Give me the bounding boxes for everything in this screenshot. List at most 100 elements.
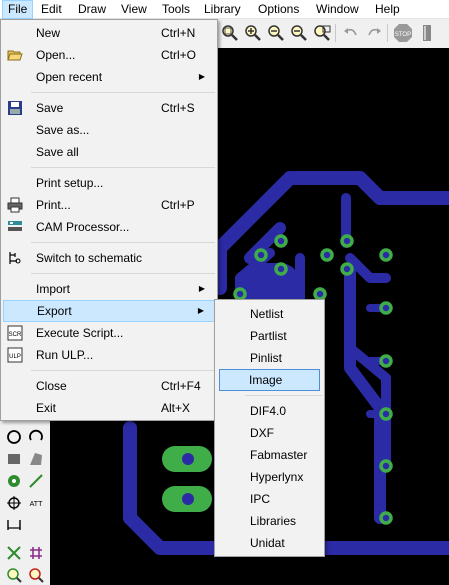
- menu-item-label: Import: [36, 282, 71, 296]
- menu-item-open-recent[interactable]: Open recent ▶: [3, 66, 215, 88]
- svg-text:STOP: STOP: [395, 32, 411, 38]
- menu-item-shortcut: Ctrl+O: [161, 48, 197, 62]
- menu-item-export[interactable]: Export ▶: [3, 300, 215, 322]
- zoom-previous-icon[interactable]: [289, 23, 309, 43]
- menu-item-pinlist[interactable]: Pinlist: [217, 347, 322, 369]
- save-disk-icon: [8, 101, 22, 115]
- errors-icon[interactable]: [27, 566, 45, 584]
- menu-item-label: New: [36, 26, 61, 40]
- pad: [379, 301, 393, 315]
- menu-item-image[interactable]: Image: [219, 369, 320, 391]
- pad: [320, 248, 334, 262]
- menu-item-label: Unidat: [250, 536, 285, 550]
- menu-item-run-ulp[interactable]: ULP Run ULP...: [3, 344, 215, 366]
- menu-item-print[interactable]: Print... Ctrl+P: [3, 194, 215, 216]
- menu-item-libraries[interactable]: Libraries: [217, 510, 322, 532]
- ratsnest-icon[interactable]: [5, 544, 23, 562]
- menu-item-label: Print setup...: [36, 176, 104, 190]
- menu-item-shortcut: Ctrl+S: [161, 101, 195, 115]
- attribute-icon[interactable]: ATT: [27, 494, 45, 512]
- menu-edit[interactable]: Edit: [36, 0, 67, 19]
- menu-item-label: Close: [36, 379, 67, 393]
- menu-item-new[interactable]: New Ctrl+N: [3, 22, 215, 44]
- menu-item-dxf[interactable]: DXF: [217, 422, 322, 444]
- menu-item-label: Fabmaster: [250, 448, 308, 462]
- menu-item-label: Save: [36, 101, 64, 115]
- menu-item-label: Save as...: [36, 123, 90, 137]
- menu-item-print-setup[interactable]: Print setup...: [3, 172, 215, 194]
- menu-item-label: Switch to schematic: [36, 251, 143, 265]
- menu-tools[interactable]: Tools: [157, 0, 195, 19]
- menu-item-label: DIF4.0: [250, 404, 287, 418]
- menu-file[interactable]: File: [2, 0, 34, 19]
- menu-window[interactable]: Window: [311, 0, 364, 19]
- menu-separator: [31, 167, 215, 168]
- menu-separator: [31, 242, 215, 243]
- redo-icon[interactable]: [364, 23, 384, 43]
- go-icon[interactable]: [417, 23, 437, 43]
- pad: [254, 248, 268, 262]
- menu-view[interactable]: View: [116, 0, 152, 19]
- menu-item-execute-script[interactable]: SCR Execute Script...: [3, 322, 215, 344]
- menu-item-label: Image: [249, 373, 283, 387]
- submenu-arrow-icon: ▶: [197, 306, 204, 315]
- menu-separator: [31, 273, 215, 274]
- menu-item-import[interactable]: Import ▶: [3, 278, 215, 300]
- ulp-icon: ULP: [7, 347, 23, 363]
- menu-item-fabmaster[interactable]: Fabmaster: [217, 444, 322, 466]
- hole-icon[interactable]: [5, 494, 23, 512]
- menu-item-label: Save all: [36, 145, 79, 159]
- pad: [379, 511, 393, 525]
- open-folder-icon: [7, 50, 23, 61]
- zoom-out-icon[interactable]: [266, 23, 286, 43]
- menu-item-save-as[interactable]: Save as...: [3, 119, 215, 141]
- menu-options[interactable]: Options: [253, 0, 304, 19]
- menu-item-unidat[interactable]: Unidat: [217, 532, 322, 554]
- zoom-in-icon[interactable]: [243, 23, 263, 43]
- menu-item-dif40[interactable]: DIF4.0: [217, 400, 322, 422]
- menu-item-save[interactable]: Save Ctrl+S: [3, 97, 215, 119]
- printer-icon: [7, 197, 23, 213]
- menu-item-cam-processor[interactable]: CAM Processor...: [3, 216, 215, 238]
- menu-item-label: Hyperlynx: [250, 470, 304, 484]
- menu-item-label: Export: [37, 304, 72, 318]
- menu-item-exit[interactable]: Exit Alt+X: [3, 397, 215, 419]
- menu-item-partlist[interactable]: Partlist: [217, 325, 322, 347]
- menu-item-hyperlynx[interactable]: Hyperlynx: [217, 466, 322, 488]
- arc-icon[interactable]: [27, 428, 45, 446]
- menu-draw[interactable]: Draw: [73, 0, 111, 19]
- pad: [233, 287, 247, 301]
- polygon-icon[interactable]: [27, 450, 45, 468]
- menu-separator: [245, 395, 322, 396]
- toolbar-separator: [335, 24, 336, 42]
- menu-help[interactable]: Help: [370, 0, 405, 19]
- autorouter-icon[interactable]: [27, 544, 45, 562]
- menu-item-ipc[interactable]: IPC: [217, 488, 322, 510]
- menu-item-label: Pinlist: [250, 351, 283, 365]
- rect-icon[interactable]: [5, 450, 23, 468]
- zoom-select-icon[interactable]: [312, 23, 332, 43]
- menu-item-label: Execute Script...: [36, 326, 124, 340]
- trace: [283, 171, 449, 205]
- menu-item-close[interactable]: Close Ctrl+F4: [3, 375, 215, 397]
- circle-icon[interactable]: [5, 428, 23, 446]
- menu-item-save-all[interactable]: Save all: [3, 141, 215, 163]
- menu-item-switch-schematic[interactable]: Switch to schematic: [3, 247, 215, 269]
- via-icon[interactable]: [5, 472, 23, 490]
- dimension-icon[interactable]: [5, 516, 23, 534]
- menu-library[interactable]: Library: [199, 0, 246, 19]
- menu-item-shortcut: Ctrl+P: [161, 198, 195, 212]
- pad: [379, 407, 393, 421]
- menu-separator: [31, 370, 215, 371]
- pad: [379, 248, 393, 262]
- menu-item-netlist[interactable]: Netlist: [217, 303, 322, 325]
- undo-icon[interactable]: [341, 23, 361, 43]
- submenu-arrow-icon: ▶: [198, 284, 205, 293]
- smd-pad-hole: [182, 493, 194, 505]
- menu-item-label: Exit: [36, 401, 57, 415]
- zoom-fit-icon[interactable]: [220, 23, 240, 43]
- menu-item-open[interactable]: Open... Ctrl+O: [3, 44, 215, 66]
- route-icon[interactable]: [27, 472, 45, 490]
- stop-icon[interactable]: STOP: [393, 23, 413, 43]
- menu-item-shortcut: Alt+X: [161, 401, 191, 415]
